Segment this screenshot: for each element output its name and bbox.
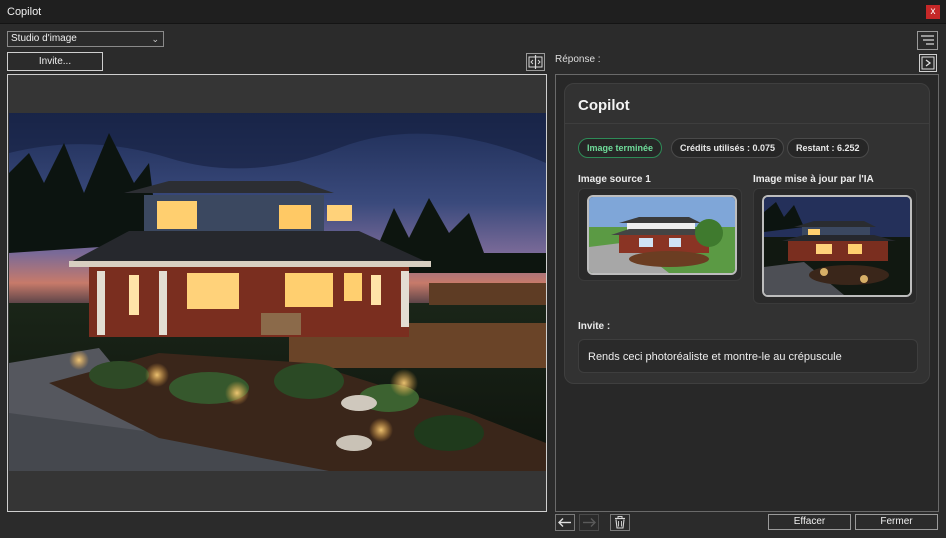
title-bar: Copilot x [0, 0, 946, 24]
close-button[interactable]: Fermer [855, 514, 938, 530]
prompt-text-box: Rends ceci photoréaliste et montre-le au… [578, 339, 918, 373]
chevron-right-icon [921, 56, 935, 70]
arrow-right-icon [583, 518, 596, 527]
clear-button[interactable]: Effacer [768, 514, 851, 530]
prompt-text: Rends ceci photoréaliste et montre-le au… [588, 351, 842, 363]
delete-button[interactable] [610, 514, 630, 531]
back-button[interactable] [555, 514, 575, 531]
close-window-button[interactable]: x [926, 5, 940, 19]
chevron-down-icon: ⌄ [151, 34, 159, 44]
prompt-label: Invite : [578, 321, 611, 332]
image-canvas[interactable] [7, 74, 547, 512]
updated-image-thumbnail[interactable] [762, 195, 912, 297]
options-menu-button[interactable] [917, 31, 938, 50]
sort-lines-icon [921, 35, 934, 45]
credits-used-badge: Crédits utilisés : 0.075 [671, 138, 785, 158]
card-title: Copilot [578, 97, 630, 114]
arrow-left-icon [558, 518, 571, 527]
response-label: Réponse : [555, 54, 601, 65]
invite-button[interactable]: Invite... [7, 52, 103, 71]
mode-select[interactable]: Studio d'image ⌄ [7, 31, 164, 47]
source-image-frame [578, 188, 742, 281]
window-title: Copilot [7, 6, 42, 18]
card-divider [565, 123, 929, 124]
mode-select-value: Studio d'image [11, 33, 77, 44]
status-badge: Image terminée [578, 138, 663, 158]
collapse-panel-button[interactable] [919, 54, 937, 72]
remaining-credits-badge: Restant : 6.252 [787, 138, 869, 158]
source-image-thumbnail[interactable] [587, 195, 737, 275]
updated-image-frame [753, 188, 917, 304]
compare-view-button[interactable] [526, 53, 545, 71]
updated-image-label: Image mise à jour par l'IA [753, 174, 874, 185]
source-image-label: Image source 1 [578, 174, 651, 185]
split-compare-icon [528, 55, 543, 69]
forward-button[interactable] [579, 514, 599, 531]
house-render-image [9, 113, 546, 471]
copilot-response-card: Copilot Image terminée Crédits utilisés … [564, 83, 930, 384]
response-panel: Copilot Image terminée Crédits utilisés … [555, 74, 939, 512]
trash-icon [615, 516, 625, 529]
